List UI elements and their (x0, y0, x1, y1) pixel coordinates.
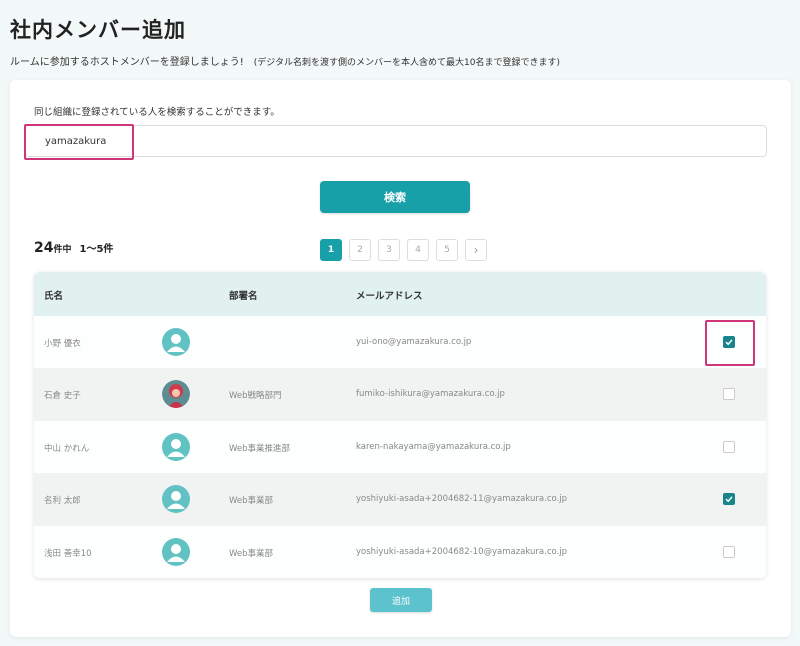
table-row: 中山 かれん Web事業推進部 karen-nakayama@yamazakur… (34, 420, 766, 474)
avatar-photo (162, 380, 190, 409)
page-title: 社内メンバー追加 (10, 18, 186, 42)
member-email: yui-ono@yamazakura.co.jp (356, 337, 472, 347)
person-icon (162, 328, 190, 356)
member-email: yoshiyuki-asada+2004682-10@yamazakura.co… (356, 546, 568, 557)
person-icon (162, 432, 190, 461)
header-department: 部署名 (229, 291, 258, 302)
pagination: 1 2 3 4 5 › (320, 239, 487, 261)
result-count: 24件中 1～5件 (34, 240, 113, 256)
page-4-button[interactable]: 4 (407, 239, 429, 261)
check-icon (725, 496, 733, 503)
select-checkbox[interactable] (723, 545, 735, 558)
member-department: Web戦略部門 (229, 391, 282, 402)
page-2-button[interactable]: 2 (349, 239, 371, 261)
result-range: 1～5件 (79, 244, 114, 255)
add-button[interactable]: 追加 (370, 588, 432, 612)
member-email: karen-nakayama@yamazakura.co.jp (356, 441, 511, 452)
person-icon (162, 537, 190, 566)
page-3-button[interactable]: 3 (378, 239, 400, 261)
person-icon (162, 485, 190, 514)
page-subtitle: ルームに参加するホストメンバーを登録しましょう! (デジタル名刺を渡す側のメンバー… (10, 53, 560, 68)
search-button[interactable]: 検索 (320, 181, 470, 213)
member-email: fumiko-ishikura@yamazakura.co.jp (356, 389, 505, 400)
page-5-button[interactable]: 5 (436, 239, 458, 261)
chevron-right-icon: › (473, 243, 479, 257)
select-checkbox[interactable] (723, 388, 735, 401)
table-row: 浅田 善幸10 Web事業部 yoshiyuki-asada+2004682-1… (34, 525, 766, 578)
page-1-button[interactable]: 1 (320, 239, 342, 261)
next-page-button[interactable]: › (465, 239, 487, 261)
table-row: 小野 優衣 yui-ono@yamazakura.co.jp (34, 316, 766, 369)
member-name: 浅田 善幸10 (44, 548, 92, 559)
page-subtitle-text: ルームに参加するホストメンバーを登録しましょう! (10, 57, 244, 68)
member-email: yoshiyuki-asada+2004682-11@yamazakura.co… (356, 494, 568, 505)
header-name: 氏名 (44, 291, 64, 302)
select-checkbox[interactable] (723, 493, 735, 506)
result-total-suffix: 件中 (53, 245, 72, 255)
search-input[interactable] (24, 125, 767, 157)
select-checkbox[interactable] (723, 336, 735, 348)
check-icon (725, 339, 733, 346)
page-subtitle-note: (デジタル名刺を渡す側のメンバーを本人含めて最大10名まで登録できます) (253, 58, 561, 68)
result-total: 24 (34, 240, 54, 256)
member-table: 氏名 部署名 メールアドレス 小野 優衣 yui-ono@yamazakura.… (34, 272, 766, 578)
select-checkbox[interactable] (723, 440, 735, 453)
member-name: 名利 太郎 (44, 496, 81, 507)
member-name: 小野 優衣 (44, 339, 81, 349)
member-name: 中山 かれん (44, 443, 90, 454)
member-search-card: 同じ組織に登録されている人を検索することができます。 検索 24件中1～5件 1… (10, 80, 791, 637)
member-name: 石倉 史子 (44, 391, 81, 402)
table-row: 名利 太郎 Web事業部 yoshiyuki-asada+2004682-11@… (34, 473, 766, 526)
member-department: Web事業推進部 (229, 443, 291, 454)
table-header: 氏名 部署名 メールアドレス (34, 272, 766, 316)
member-department: Web事業部 (229, 548, 274, 559)
header-email: メールアドレス (356, 291, 423, 302)
member-department: Web事業部 (229, 496, 274, 507)
search-hint: 同じ組織に登録されている人を検索することができます。 (34, 107, 280, 118)
table-row: 石倉 史子 Web戦略部門 fumiko-ishikura@yamazakura… (34, 368, 766, 421)
